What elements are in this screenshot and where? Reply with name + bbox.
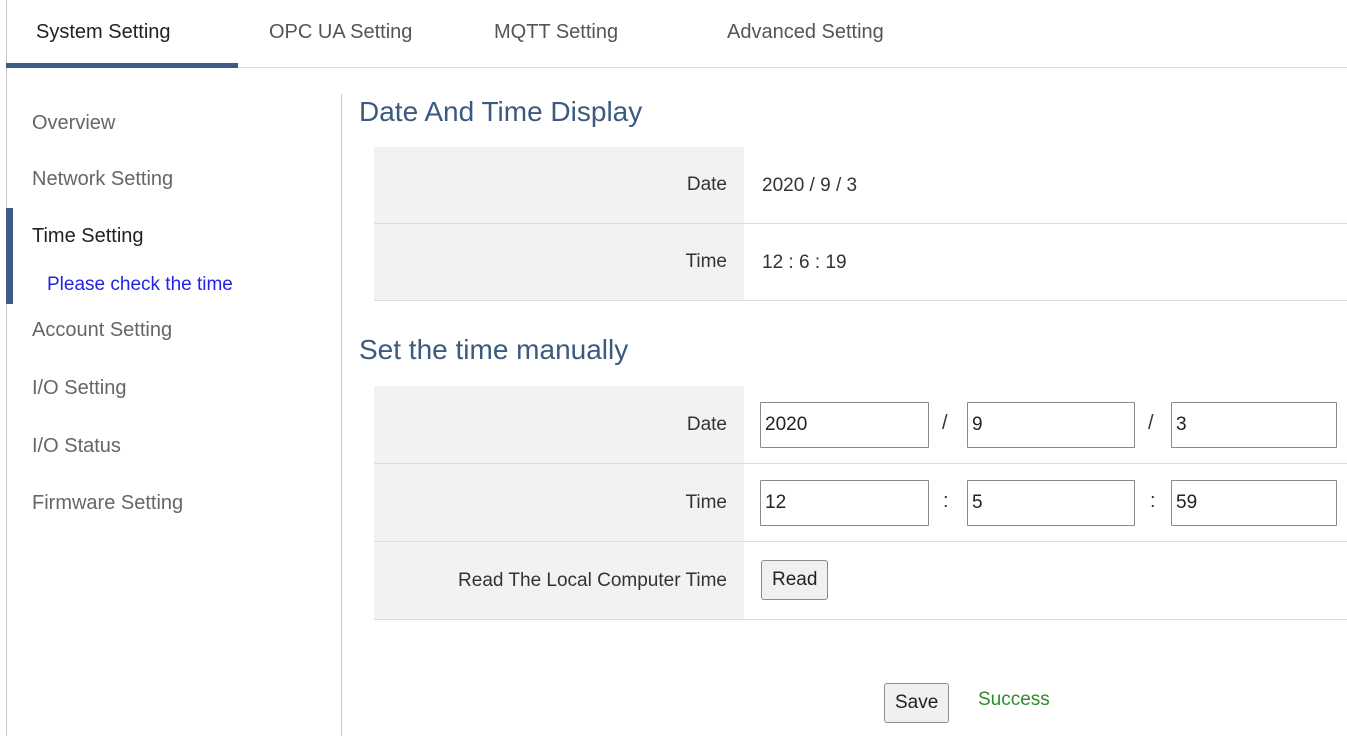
content-divider xyxy=(341,94,342,736)
display-time-value: 12 : 6 : 19 xyxy=(762,252,847,273)
time-separator-1: : xyxy=(943,490,949,512)
sidebar: Overview Network Setting Time Setting Pl… xyxy=(6,68,341,736)
hour-input[interactable] xyxy=(760,480,929,526)
year-input[interactable] xyxy=(760,402,929,448)
save-button[interactable]: Save xyxy=(884,683,950,723)
sidebar-item-io-status[interactable]: I/O Status xyxy=(32,435,121,458)
second-input[interactable] xyxy=(1171,480,1337,526)
sidebar-item-overview[interactable]: Overview xyxy=(32,112,115,135)
sidebar-active-indicator xyxy=(6,208,13,304)
display-date-value: 2020 / 9 / 3 xyxy=(762,175,858,196)
month-input[interactable] xyxy=(967,402,1135,448)
sidebar-item-time-setting[interactable]: Time Setting xyxy=(32,225,144,248)
display-time-row: Time 12 : 6 : 19 xyxy=(374,224,1347,301)
time-separator-2: : xyxy=(1150,490,1156,512)
read-local-time-label: Read The Local Computer Time xyxy=(374,542,744,619)
sidebar-item-network-setting[interactable]: Network Setting xyxy=(32,168,173,191)
save-status-text: Success xyxy=(978,689,1050,710)
sidebar-item-firmware-setting[interactable]: Firmware Setting xyxy=(32,492,183,515)
top-tab-bar: System Setting OPC UA Setting MQTT Setti… xyxy=(6,0,1347,68)
sidebar-time-warning: Please check the time xyxy=(47,274,233,295)
sidebar-item-account-setting[interactable]: Account Setting xyxy=(32,319,172,342)
tab-system-setting[interactable]: System Setting xyxy=(36,0,171,68)
date-separator-2: / xyxy=(1148,412,1154,434)
display-time-label: Time xyxy=(374,224,744,300)
display-date-label: Date xyxy=(374,147,744,223)
section-heading-manual: Set the time manually xyxy=(359,334,629,365)
day-input[interactable] xyxy=(1171,402,1337,448)
sidebar-item-io-setting[interactable]: I/O Setting xyxy=(32,377,127,400)
minute-input[interactable] xyxy=(967,480,1135,526)
manual-date-label: Date xyxy=(374,386,744,463)
date-separator-1: / xyxy=(942,412,948,434)
read-button[interactable]: Read xyxy=(761,560,829,600)
read-local-time-row: Read The Local Computer Time xyxy=(374,542,1347,620)
tab-opc-ua-setting[interactable]: OPC UA Setting xyxy=(269,0,412,68)
display-date-row: Date 2020 / 9 / 3 xyxy=(374,147,1347,224)
tab-mqtt-setting[interactable]: MQTT Setting xyxy=(494,0,618,68)
tab-advanced-setting[interactable]: Advanced Setting xyxy=(727,0,884,68)
manual-time-label: Time xyxy=(374,464,744,541)
section-heading-display: Date And Time Display xyxy=(359,96,643,127)
